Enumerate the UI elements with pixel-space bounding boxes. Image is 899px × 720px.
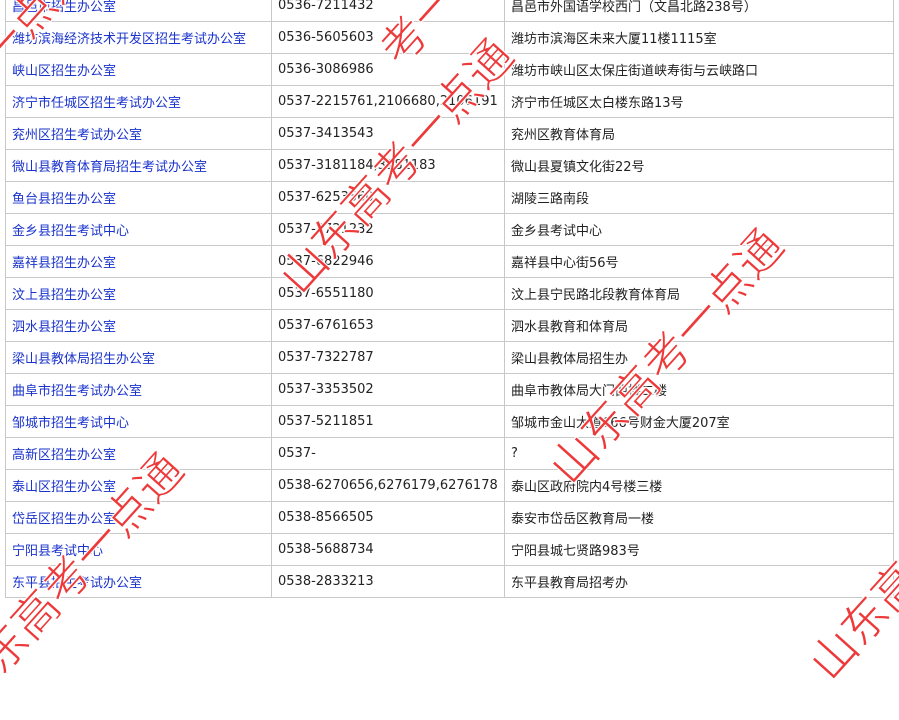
table-row: 东平县招生考试办公室 0538-2833213 东平县教育局招考办 xyxy=(5,565,894,598)
table-row: 峡山区招生办公室 0536-3086986 潍坊市峡山区太保庄街道峡寿街与云峡路口 xyxy=(5,53,894,86)
address-cell: 济宁市任城区太白楼东路13号 xyxy=(504,85,894,118)
office-cell: 泰山区招生办公室 xyxy=(5,469,272,502)
address-cell: 湖陵三路南段 xyxy=(504,181,894,214)
office-link[interactable]: 高新区招生办公室 xyxy=(12,448,116,463)
office-cell: 泗水县招生办公室 xyxy=(5,309,272,342)
table-row: 嘉祥县招生办公室 0537-6822946 嘉祥县中心街56号 xyxy=(5,245,894,278)
table-row: 泗水县招生办公室 0537-6761653 泗水县教育和体育局 xyxy=(5,309,894,342)
office-link[interactable]: 梁山县教体局招生办公室 xyxy=(12,352,155,367)
office-cell: 宁阳县考试中心 xyxy=(5,533,272,566)
address-cell: 泰安市岱岳区教育局一楼 xyxy=(504,501,894,534)
table-row: 宁阳县考试中心 0538-5688734 宁阳县城七贤路983号 xyxy=(5,533,894,566)
phone-cell: 0537- xyxy=(271,437,505,470)
table-row: 金乡县招生考试中心 0537-8721232 金乡县考试中心 xyxy=(5,213,894,246)
office-link[interactable]: 微山县教育体育局招生考试办公室 xyxy=(12,160,207,175)
office-link[interactable]: 汶上县招生办公室 xyxy=(12,288,116,303)
office-cell: 潍坊滨海经济技术开发区招生考试办公室 xyxy=(5,21,272,54)
table-row: 高新区招生办公室 0537-? xyxy=(5,437,894,470)
address-cell: 泰山区政府院内4号楼三楼 xyxy=(504,469,894,502)
office-cell: 兖州区招生考试办公室 xyxy=(5,117,272,150)
office-cell: 嘉祥县招生办公室 xyxy=(5,245,272,278)
address-cell: 邹城市金山大道666号财金大厦207室 xyxy=(504,405,894,438)
address-cell: 东平县教育局招考办 xyxy=(504,565,894,598)
address-cell: 昌邑市外国语学校西门（文昌北路238号） xyxy=(504,0,894,22)
office-link[interactable]: 嘉祥县招生办公室 xyxy=(12,256,116,271)
table-row: 微山县教育体育局招生考试办公室 0537-3181184,3181183 微山县夏镇… xyxy=(5,149,894,182)
phone-cell: 0537-5211851 xyxy=(271,405,505,438)
address-cell: 梁山县教体局招生办 xyxy=(504,341,894,374)
office-link[interactable]: 昌邑市招生办公室 xyxy=(12,0,116,15)
phone-cell: 0536-3086986 xyxy=(271,53,505,86)
address-cell: 金乡县考试中心 xyxy=(504,213,894,246)
office-link[interactable]: 鱼台县招生办公室 xyxy=(12,192,116,207)
contact-table: 昌邑市招生办公室 0536-7211432 昌邑市外国语学校西门（文昌北路238号）… xyxy=(5,0,894,598)
phone-cell: 0537-6551180 xyxy=(271,277,505,310)
office-cell: 济宁市任城区招生考试办公室 xyxy=(5,85,272,118)
phone-cell: 0538-8566505 xyxy=(271,501,505,534)
address-cell: ? xyxy=(504,437,894,470)
phone-cell: 0537-8721232 xyxy=(271,213,505,246)
office-cell: 岱岳区招生办公室 xyxy=(5,501,272,534)
office-cell: 汶上县招生办公室 xyxy=(5,277,272,310)
table-row: 邹城市招生考试中心 0537-5211851 邹城市金山大道666号财金大厦207室 xyxy=(5,405,894,438)
phone-cell: 0538-6270656,6276179,6276178 xyxy=(271,469,505,502)
office-cell: 峡山区招生办公室 xyxy=(5,53,272,86)
phone-cell: 0538-5688734 xyxy=(271,533,505,566)
phone-cell: 0536-7211432 xyxy=(271,0,505,22)
phone-cell: 0537-3353502 xyxy=(271,373,505,406)
office-link[interactable]: 岱岳区招生办公室 xyxy=(12,512,116,527)
office-link[interactable]: 金乡县招生考试中心 xyxy=(12,224,129,239)
office-link[interactable]: 泰山区招生办公室 xyxy=(12,480,116,495)
table-row: 鱼台县招生办公室 0537-6253560 湖陵三路南段 xyxy=(5,181,894,214)
table-body: 昌邑市招生办公室 0536-7211432 昌邑市外国语学校西门（文昌北路238号）… xyxy=(5,0,894,598)
table-row: 济宁市任城区招生考试办公室 0537-2215761,2106680,210619… xyxy=(5,85,894,118)
office-cell: 昌邑市招生办公室 xyxy=(5,0,272,22)
office-cell: 东平县招生考试办公室 xyxy=(5,565,272,598)
table-row: 曲阜市招生考试办公室 0537-3353502 曲阜市教体局大门西楼二楼 xyxy=(5,373,894,406)
address-cell: 嘉祥县中心街56号 xyxy=(504,245,894,278)
phone-cell: 0537-3181184,3181183 xyxy=(271,149,505,182)
office-link[interactable]: 潍坊滨海经济技术开发区招生考试办公室 xyxy=(12,32,246,47)
phone-cell: 0538-2833213 xyxy=(271,565,505,598)
table-row: 潍坊滨海经济技术开发区招生考试办公室 0536-5605603 潍坊市滨海区未来大厦… xyxy=(5,21,894,54)
office-link[interactable]: 兖州区招生考试办公室 xyxy=(12,128,142,143)
address-cell: 兖州区教育体育局 xyxy=(504,117,894,150)
office-cell: 微山县教育体育局招生考试办公室 xyxy=(5,149,272,182)
address-cell: 潍坊市峡山区太保庄街道峡寿街与云峡路口 xyxy=(504,53,894,86)
table-row: 梁山县教体局招生办公室 0537-7322787 梁山县教体局招生办 xyxy=(5,341,894,374)
phone-cell: 0537-6822946 xyxy=(271,245,505,278)
office-cell: 梁山县教体局招生办公室 xyxy=(5,341,272,374)
address-cell: 曲阜市教体局大门西楼二楼 xyxy=(504,373,894,406)
address-cell: 微山县夏镇文化街22号 xyxy=(504,149,894,182)
table-row: 岱岳区招生办公室 0538-8566505 泰安市岱岳区教育局一楼 xyxy=(5,501,894,534)
phone-cell: 0536-5605603 xyxy=(271,21,505,54)
phone-cell: 0537-6761653 xyxy=(271,309,505,342)
office-link[interactable]: 宁阳县考试中心 xyxy=(12,544,103,559)
table-row: 昌邑市招生办公室 0536-7211432 昌邑市外国语学校西门（文昌北路238号） xyxy=(5,0,894,22)
address-cell: 泗水县教育和体育局 xyxy=(504,309,894,342)
office-cell: 金乡县招生考试中心 xyxy=(5,213,272,246)
table-row: 汶上县招生办公室 0537-6551180 汶上县宁民路北段教育体育局 xyxy=(5,277,894,310)
phone-cell: 0537-3413543 xyxy=(271,117,505,150)
office-cell: 曲阜市招生考试办公室 xyxy=(5,373,272,406)
office-cell: 鱼台县招生办公室 xyxy=(5,181,272,214)
office-link[interactable]: 济宁市任城区招生考试办公室 xyxy=(12,96,181,111)
office-cell: 邹城市招生考试中心 xyxy=(5,405,272,438)
office-link[interactable]: 邹城市招生考试中心 xyxy=(12,416,129,431)
office-link[interactable]: 峡山区招生办公室 xyxy=(12,64,116,79)
office-cell: 高新区招生办公室 xyxy=(5,437,272,470)
table-row: 泰山区招生办公室 0538-6270656,6276179,6276178 泰山区政… xyxy=(5,469,894,502)
office-link[interactable]: 泗水县招生办公室 xyxy=(12,320,116,335)
table-row: 兖州区招生考试办公室 0537-3413543 兖州区教育体育局 xyxy=(5,117,894,150)
phone-cell: 0537-6253560 xyxy=(271,181,505,214)
phone-cell: 0537-2215761,2106680,2106191 xyxy=(271,85,505,118)
address-cell: 宁阳县城七贤路983号 xyxy=(504,533,894,566)
address-cell: 潍坊市滨海区未来大厦11楼1115室 xyxy=(504,21,894,54)
office-link[interactable]: 曲阜市招生考试办公室 xyxy=(12,384,142,399)
address-cell: 汶上县宁民路北段教育体育局 xyxy=(504,277,894,310)
phone-cell: 0537-7322787 xyxy=(271,341,505,374)
office-link[interactable]: 东平县招生考试办公室 xyxy=(12,576,142,591)
